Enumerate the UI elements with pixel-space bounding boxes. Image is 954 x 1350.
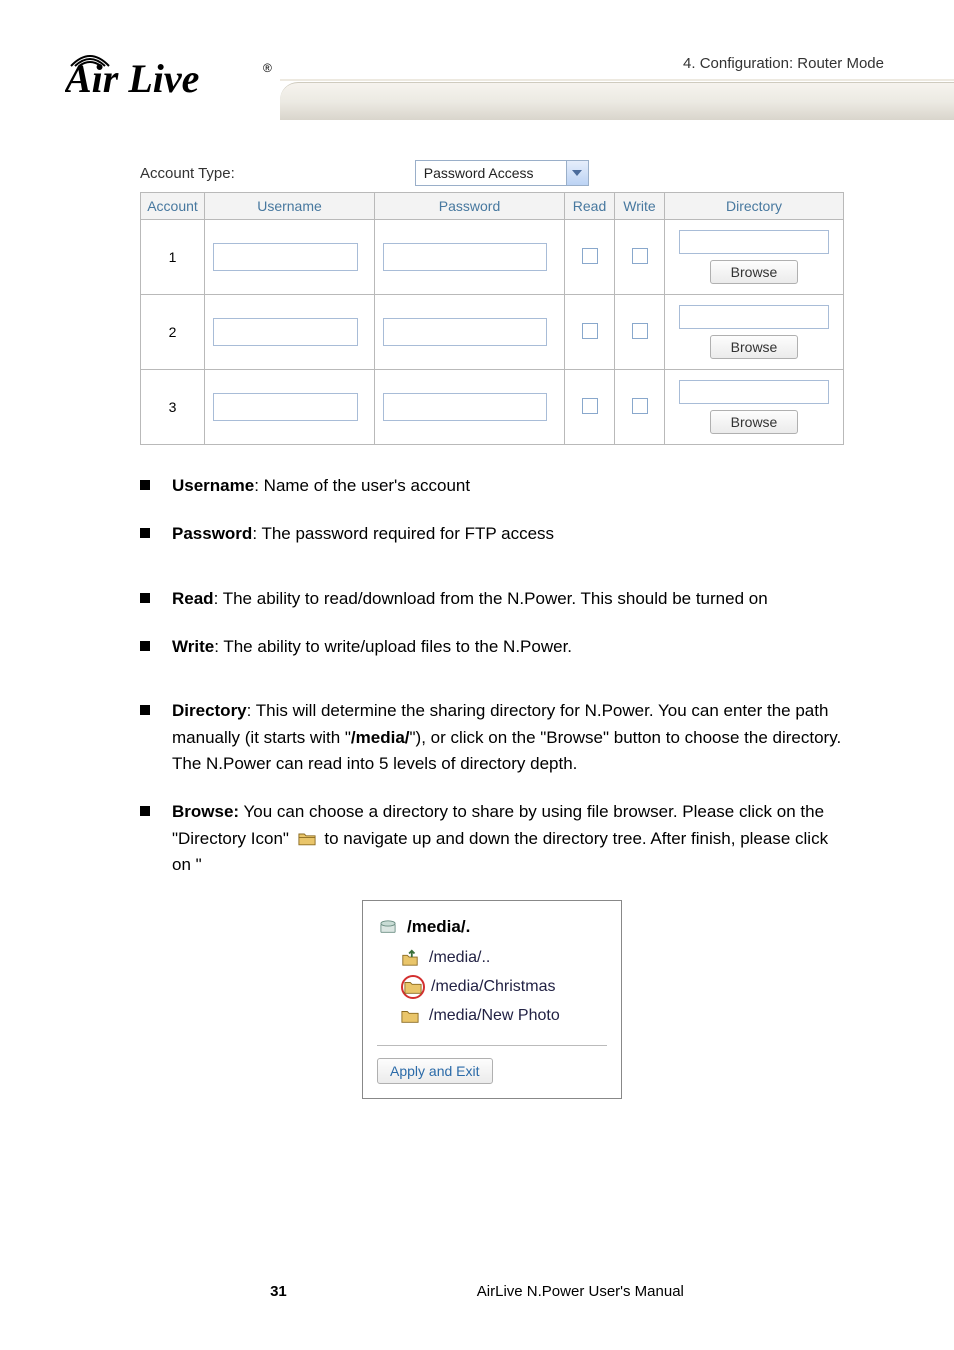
folder-icon xyxy=(404,979,422,995)
username-input[interactable] xyxy=(213,243,358,271)
th-username: Username xyxy=(205,193,375,220)
th-directory: Directory xyxy=(665,193,844,220)
page-number: 31 xyxy=(270,1283,287,1300)
bullet-icon xyxy=(140,480,150,490)
th-password: Password xyxy=(375,193,565,220)
read-checkbox[interactable] xyxy=(582,323,598,339)
table-row: 1 Browse xyxy=(141,220,844,295)
bullet-password: Password: The password required for FTP … xyxy=(172,521,844,547)
table-row: 2 Browse xyxy=(141,295,844,370)
highlight-circle-icon xyxy=(401,975,425,999)
separator xyxy=(377,1045,607,1046)
username-input[interactable] xyxy=(213,393,358,421)
bullet-username: Username: Name of the user's account xyxy=(172,473,844,499)
bullet-icon xyxy=(140,593,150,603)
write-checkbox[interactable] xyxy=(632,323,648,339)
directory-input[interactable] xyxy=(679,305,829,329)
folder-up-icon xyxy=(401,949,419,967)
directory-browser: /media/. /media/.. /media/Christmas /med… xyxy=(362,900,622,1099)
read-checkbox[interactable] xyxy=(582,398,598,414)
apply-and-exit-button[interactable]: Apply and Exit xyxy=(377,1058,493,1084)
table-row: 3 Browse xyxy=(141,370,844,445)
bullet-read: Read: The ability to read/download from … xyxy=(172,586,844,612)
write-checkbox[interactable] xyxy=(632,398,648,414)
directory-input[interactable] xyxy=(679,380,829,404)
directory-input[interactable] xyxy=(679,230,829,254)
row-index: 2 xyxy=(141,295,205,370)
bullet-browse: Browse: You can choose a directory to sh… xyxy=(172,799,844,878)
account-type-value: Password Access xyxy=(416,161,566,185)
browser-row-up[interactable]: /media/.. xyxy=(399,945,607,971)
chevron-down-icon xyxy=(566,161,588,185)
account-type-label: Account Type: xyxy=(140,165,235,182)
th-account: Account xyxy=(141,193,205,220)
browse-button[interactable]: Browse xyxy=(710,335,799,359)
row-index: 1 xyxy=(141,220,205,295)
th-read: Read xyxy=(565,193,615,220)
manual-title: AirLive N.Power User's Manual xyxy=(477,1283,684,1300)
bullet-directory: Directory: This will determine the shari… xyxy=(172,698,844,777)
bullet-icon xyxy=(140,528,150,538)
password-input[interactable] xyxy=(383,393,547,421)
svg-text:Air Live: Air Live xyxy=(65,56,199,100)
bullet-write: Write: The ability to write/upload files… xyxy=(172,634,844,660)
browse-button[interactable]: Browse xyxy=(710,260,799,284)
browser-row-item[interactable]: /media/New Photo xyxy=(399,1003,607,1029)
folder-icon xyxy=(298,831,316,846)
read-checkbox[interactable] xyxy=(582,248,598,264)
bullet-icon xyxy=(140,641,150,651)
svg-text:®: ® xyxy=(263,61,272,75)
drive-icon xyxy=(379,919,397,935)
password-input[interactable] xyxy=(383,318,547,346)
header-banner xyxy=(280,82,954,120)
folder-icon xyxy=(401,1008,419,1024)
browser-item-label: /media/New Photo xyxy=(429,1007,560,1025)
breadcrumb: 4. Configuration: Router Mode xyxy=(683,55,884,72)
row-index: 3 xyxy=(141,370,205,445)
username-input[interactable] xyxy=(213,318,358,346)
browse-button[interactable]: Browse xyxy=(710,410,799,434)
header-divider xyxy=(280,79,954,81)
password-input[interactable] xyxy=(383,243,547,271)
bullet-icon xyxy=(140,705,150,715)
browser-row-item[interactable]: /media/Christmas xyxy=(399,971,607,1003)
brand-logo: Air Live ® xyxy=(65,40,275,105)
write-checkbox[interactable] xyxy=(632,248,648,264)
account-type-select[interactable]: Password Access xyxy=(415,160,589,186)
page-footer: 31 AirLive N.Power User's Manual xyxy=(0,1283,954,1300)
th-write: Write xyxy=(615,193,665,220)
browser-root: /media/. xyxy=(407,917,470,937)
browser-item-label: /media/Christmas xyxy=(431,978,555,996)
browser-item-label: /media/.. xyxy=(429,949,490,967)
accounts-table: Account Username Password Read Write Dir… xyxy=(140,192,844,445)
bullet-icon xyxy=(140,806,150,816)
